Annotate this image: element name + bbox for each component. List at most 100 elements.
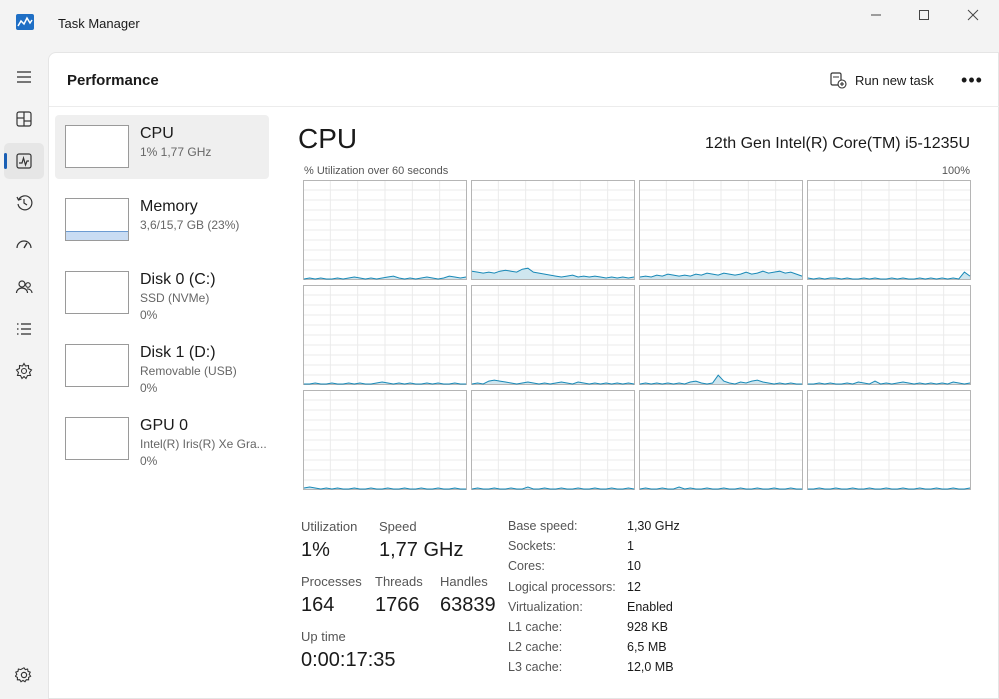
minimize-icon [871, 14, 881, 16]
nav-users[interactable] [4, 269, 44, 305]
spec-value: Enabled [627, 599, 673, 614]
logical-processor-graph [303, 180, 467, 280]
threads-label: Threads [375, 574, 423, 589]
resource-thumbnail-graph [65, 125, 129, 168]
more-options-button[interactable]: ••• [961, 70, 983, 90]
resource-detail: 3,6/15,7 GB (23%) [140, 218, 240, 232]
services-icon [15, 362, 33, 380]
resource-item[interactable]: Memory 3,6/15,7 GB (23%) [55, 188, 269, 252]
speed-label: Speed [379, 519, 417, 534]
resource-detail: SSD (NVMe) [140, 291, 210, 305]
run-new-task-label: Run new task [855, 72, 934, 88]
processor-graph-svg [807, 180, 971, 280]
nav-rail [0, 48, 48, 699]
logical-processor-graph [303, 285, 467, 385]
spec-label: Virtualization: [508, 599, 583, 614]
performance-icon [16, 153, 32, 169]
spec-label: L1 cache: [508, 620, 563, 634]
spec-value: 10 [627, 559, 641, 574]
minimize-button[interactable] [851, 0, 901, 30]
resource-name: Memory [140, 198, 198, 215]
handles-label: Handles [440, 574, 488, 589]
processor-graph-svg [639, 180, 803, 280]
resource-detail: Removable (USB) [140, 364, 237, 378]
resource-usage: 0% [140, 454, 158, 468]
cpu-heading: CPU [298, 123, 358, 154]
spec-value: 1 [627, 539, 634, 554]
processes-label: Processes [301, 574, 362, 589]
logical-processor-graph [639, 390, 803, 490]
resource-thumbnail-graph [65, 344, 129, 387]
spec-value: 6,5 MB [627, 640, 667, 655]
resource-name: Disk 0 (C:) [140, 271, 216, 288]
logical-processor-graph [471, 285, 635, 385]
resource-detail: 1% 1,77 GHz [140, 145, 212, 159]
utilization-value: 1% [301, 539, 330, 561]
app-history-icon [16, 195, 33, 211]
resource-item[interactable]: GPU 0 Intel(R) Iris(R) Xe Gra... 0% [55, 407, 269, 471]
spec-value: 12,0 MB [627, 660, 674, 675]
spec-label: L3 cache: [508, 660, 563, 675]
processor-graph-svg [639, 285, 803, 385]
resource-detail: Intel(R) Iris(R) Xe Gra... [140, 437, 267, 451]
processes-icon [16, 111, 32, 127]
resource-item[interactable]: Disk 1 (D:) Removable (USB) 0% [55, 334, 269, 398]
resource-name: Disk 1 (D:) [140, 344, 216, 361]
nav-menu-button[interactable] [4, 59, 44, 95]
spec-label: L2 cache: [508, 640, 563, 655]
processor-graph-svg [303, 285, 467, 385]
title-bar: Task Manager [0, 0, 999, 48]
spec-value: 1,30 GHz [627, 519, 680, 533]
logical-processor-graphs [303, 180, 972, 490]
logical-processor-graph [639, 285, 803, 385]
page-title: Performance [67, 72, 159, 89]
run-new-task-button[interactable]: Run new task [829, 68, 934, 92]
resource-list: CPU 1% 1,77 GHz Memory 3,6/15,7 GB (23%) Dis… [55, 115, 269, 480]
processor-graph-svg [471, 180, 635, 280]
logical-processor-graph [807, 180, 971, 280]
processor-graph-svg [303, 390, 467, 490]
nav-performance[interactable] [4, 143, 44, 179]
spec-label: Cores: [508, 559, 545, 574]
utilization-graph-max: 100% [941, 165, 970, 177]
nav-startup-apps[interactable] [4, 227, 44, 263]
resource-thumbnail-graph [65, 417, 129, 460]
settings-icon [15, 667, 32, 683]
startup-apps-icon [16, 240, 32, 249]
nav-processes[interactable] [4, 101, 44, 137]
utilization-graph-label: % Utilization over 60 seconds [304, 165, 449, 177]
nav-details[interactable] [4, 311, 44, 347]
logical-processor-graph [807, 390, 971, 490]
resource-item[interactable]: Disk 0 (C:) SSD (NVMe) 0% [55, 261, 269, 325]
handles-value: 63839 [440, 594, 496, 616]
main-panel: Performance Run new task ••• CPU 1% 1,77 … [48, 52, 999, 699]
close-button[interactable] [948, 0, 998, 30]
utilization-label: Utilization [301, 519, 358, 534]
spec-label: Logical processors: [508, 579, 616, 594]
processor-graph-svg [807, 285, 971, 385]
processor-graph-svg [639, 390, 803, 490]
resource-thumbnail-graph [65, 198, 129, 241]
processes-value: 164 [301, 594, 335, 616]
logical-processor-graph [807, 285, 971, 385]
processor-graph-svg [807, 390, 971, 490]
uptime-value: 0:00:17:35 [301, 649, 396, 671]
logical-processor-graph [639, 180, 803, 280]
resource-item[interactable]: CPU 1% 1,77 GHz [55, 115, 269, 179]
threads-value: 1766 [375, 594, 420, 616]
resource-usage: 0% [140, 381, 158, 395]
spec-label: Base speed: [508, 519, 578, 533]
resource-usage: 0% [140, 308, 158, 322]
cpu-model: 12th Gen Intel(R) Core(TM) i5-1235U [705, 135, 970, 152]
nav-settings[interactable] [4, 657, 44, 693]
processor-graph-svg [303, 180, 467, 280]
logical-processor-graph [303, 390, 467, 490]
page-header: Performance Run new task ••• [49, 53, 999, 107]
nav-services[interactable] [4, 353, 44, 389]
hamburger-menu-icon [17, 71, 31, 83]
maximize-button[interactable] [899, 0, 949, 30]
resource-name: GPU 0 [140, 417, 189, 434]
resource-name: CPU [140, 125, 174, 142]
nav-app-history[interactable] [4, 185, 44, 221]
speed-value: 1,77 GHz [379, 539, 464, 561]
